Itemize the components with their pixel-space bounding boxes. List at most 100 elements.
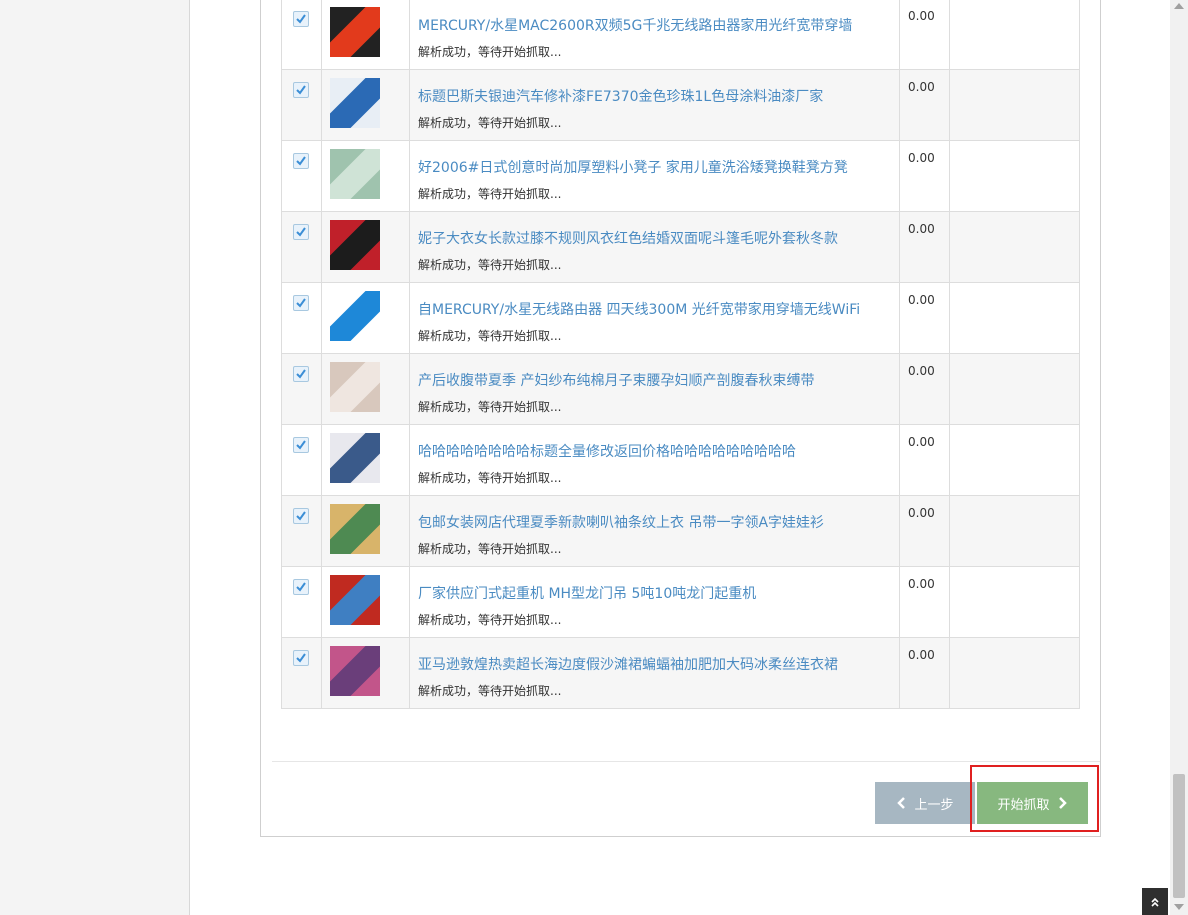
belly-band-image[interactable] <box>330 362 380 412</box>
product-title-link[interactable]: 自MERCURY/水星无线路由器 四天线300M 光纤宽带家用穿墙无线WiFi <box>418 299 860 319</box>
thumbnail-cell <box>322 425 410 495</box>
table-row: 厂家供应门式起重机 MH型龙门吊 5吨10吨龙门起重机解析成功，等待开始抓取..… <box>281 567 1080 638</box>
check-icon <box>296 653 306 663</box>
thumbnail-cell <box>322 638 410 708</box>
title-cell: 标题巴斯夫银迪汽车修补漆FE7370金色珍珠1L色母涂料油漆厂家解析成功，等待开… <box>410 70 900 140</box>
title-cell: 好2006#日式创意时尚加厚塑料小凳子 家用儿童洗浴矮凳换鞋凳方凳 解析成功，等待… <box>410 141 900 211</box>
row-checkbox[interactable] <box>293 650 309 666</box>
product-title-link[interactable]: 哈哈哈哈哈哈哈哈标题全量修改返回价格哈哈哈哈哈哈哈哈哈 <box>418 441 796 461</box>
long-dress-image[interactable] <box>330 646 380 696</box>
product-title-link[interactable]: 亚马逊敦煌热卖超长海边度假沙滩裙蝙蝠袖加肥加大码冰柔丝连衣裙 <box>418 654 838 674</box>
row-checkbox[interactable] <box>293 224 309 240</box>
price-cell: 0.00 <box>900 354 950 424</box>
checkbox-cell <box>282 283 322 353</box>
price-value: 0.00 <box>908 222 935 236</box>
empty-cell <box>950 141 1080 211</box>
price-value: 0.00 <box>908 364 935 378</box>
chevron-left-icon <box>897 797 906 809</box>
table-row: 标题巴斯夫银迪汽车修补漆FE7370金色珍珠1L色母涂料油漆厂家解析成功，等待开… <box>281 70 1080 141</box>
empty-cell <box>950 70 1080 140</box>
price-value: 0.00 <box>908 506 935 520</box>
price-cell: 0.00 <box>900 638 950 708</box>
price-cell: 0.00 <box>900 283 950 353</box>
table-row: 好2006#日式创意时尚加厚塑料小凳子 家用儿童洗浴矮凳换鞋凳方凳 解析成功，等待… <box>281 141 1080 212</box>
product-title-link[interactable]: 包邮女装网店代理夏季新款喇叭袖条纹上衣 吊带一字领A字娃娃衫 <box>418 512 824 532</box>
price-cell: 0.00 <box>900 141 950 211</box>
price-cell: 0.00 <box>900 567 950 637</box>
price-value: 0.00 <box>908 293 935 307</box>
left-gutter <box>0 0 190 915</box>
empty-cell <box>950 0 1080 69</box>
prev-step-button[interactable]: 上一步 <box>875 782 975 824</box>
blouse-image[interactable] <box>330 504 380 554</box>
row-checkbox[interactable] <box>293 11 309 27</box>
prev-step-label: 上一步 <box>914 797 954 813</box>
empty-cell <box>950 638 1080 708</box>
product-title-link[interactable]: 妮子大衣女长款过膝不规则风衣红色结婚双面呢斗篷毛呢外套秋冬款 <box>418 228 838 248</box>
table-row: 哈哈哈哈哈哈哈哈标题全量修改返回价格哈哈哈哈哈哈哈哈哈解析成功，等待开始抓取..… <box>281 425 1080 496</box>
checkbox-cell <box>282 141 322 211</box>
title-cell: 包邮女装网店代理夏季新款喇叭袖条纹上衣 吊带一字领A字娃娃衫解析成功，等待开始抓… <box>410 496 900 566</box>
checkbox-cell <box>282 0 322 69</box>
thumbnail-cell <box>322 70 410 140</box>
checkbox-cell <box>282 425 322 495</box>
thumbnail-cell <box>322 141 410 211</box>
check-icon <box>296 440 306 450</box>
parse-status: 解析成功，等待开始抓取... <box>418 45 562 59</box>
row-checkbox[interactable] <box>293 295 309 311</box>
check-icon <box>296 227 306 237</box>
checkbox-cell <box>282 354 322 424</box>
price-cell: 0.00 <box>900 70 950 140</box>
back-to-top-button[interactable] <box>1142 888 1168 915</box>
product-title-link[interactable]: 标题巴斯夫银迪汽车修补漆FE7370金色珍珠1L色母涂料油漆厂家 <box>418 86 823 106</box>
highlight-annotation <box>970 765 1099 832</box>
product-title-link[interactable]: MERCURY/水星MAC2600R双频5G千兆无线路由器家用光纤宽带穿墙 <box>418 15 852 35</box>
product-title-link[interactable]: 好2006#日式创意时尚加厚塑料小凳子 家用儿童洗浴矮凳换鞋凳方凳 <box>418 157 848 177</box>
price-cell: 0.00 <box>900 425 950 495</box>
title-cell: 自MERCURY/水星无线路由器 四天线300M 光纤宽带家用穿墙无线WiFi 解… <box>410 283 900 353</box>
router-image[interactable] <box>330 291 380 341</box>
price-value: 0.00 <box>908 80 935 94</box>
row-checkbox[interactable] <box>293 82 309 98</box>
checkbox-cell <box>282 212 322 282</box>
crane-image[interactable] <box>330 575 380 625</box>
check-icon <box>296 369 306 379</box>
double-chevron-up-icon <box>1151 897 1159 907</box>
parse-status: 解析成功，等待开始抓取... <box>418 542 562 556</box>
parse-status: 解析成功，等待开始抓取... <box>418 684 562 698</box>
scroll-down-arrow-icon[interactable] <box>1174 904 1184 910</box>
check-icon <box>296 582 306 592</box>
scroll-thumb[interactable] <box>1173 774 1185 898</box>
parse-status: 解析成功，等待开始抓取... <box>418 471 562 485</box>
title-cell: 厂家供应门式起重机 MH型龙门吊 5吨10吨龙门起重机解析成功，等待开始抓取..… <box>410 567 900 637</box>
coat-image[interactable] <box>330 220 380 270</box>
row-checkbox[interactable] <box>293 366 309 382</box>
thumbnail-cell <box>322 283 410 353</box>
row-checkbox[interactable] <box>293 508 309 524</box>
stool-image[interactable] <box>330 149 380 199</box>
vertical-scrollbar[interactable] <box>1170 0 1188 915</box>
product-title-link[interactable]: 厂家供应门式起重机 MH型龙门吊 5吨10吨龙门起重机 <box>418 583 756 603</box>
row-checkbox[interactable] <box>293 579 309 595</box>
product-title-link[interactable]: 产后收腹带夏季 产妇纱布纯棉月子束腰孕妇顺产剖腹春秋束缚带 <box>418 370 814 390</box>
table-row: MERCURY/水星MAC2600R双频5G千兆无线路由器家用光纤宽带穿墙解析成… <box>281 0 1080 70</box>
footer-divider <box>272 761 1100 762</box>
table-row: 产后收腹带夏季 产妇纱布纯棉月子束腰孕妇顺产剖腹春秋束缚带 解析成功，等待开始抓取… <box>281 354 1080 425</box>
router-image[interactable] <box>330 7 380 57</box>
parse-status: 解析成功，等待开始抓取... <box>418 613 562 627</box>
row-checkbox[interactable] <box>293 437 309 453</box>
checkbox-cell <box>282 567 322 637</box>
thumbnail-cell <box>322 567 410 637</box>
row-checkbox[interactable] <box>293 153 309 169</box>
parse-status: 解析成功，等待开始抓取... <box>418 116 562 130</box>
table-row: 妮子大衣女长款过膝不规则风衣红色结婚双面呢斗篷毛呢外套秋冬款解析成功，等待开始抓… <box>281 212 1080 283</box>
empty-cell <box>950 283 1080 353</box>
check-icon <box>296 298 306 308</box>
scroll-up-arrow-icon[interactable] <box>1174 3 1184 9</box>
parse-status: 解析成功，等待开始抓取... <box>418 258 562 272</box>
empty-cell <box>950 567 1080 637</box>
dress-image[interactable] <box>330 433 380 483</box>
paint-can-image[interactable] <box>330 78 380 128</box>
table-row: 自MERCURY/水星无线路由器 四天线300M 光纤宽带家用穿墙无线WiFi 解… <box>281 283 1080 354</box>
price-cell: 0.00 <box>900 212 950 282</box>
